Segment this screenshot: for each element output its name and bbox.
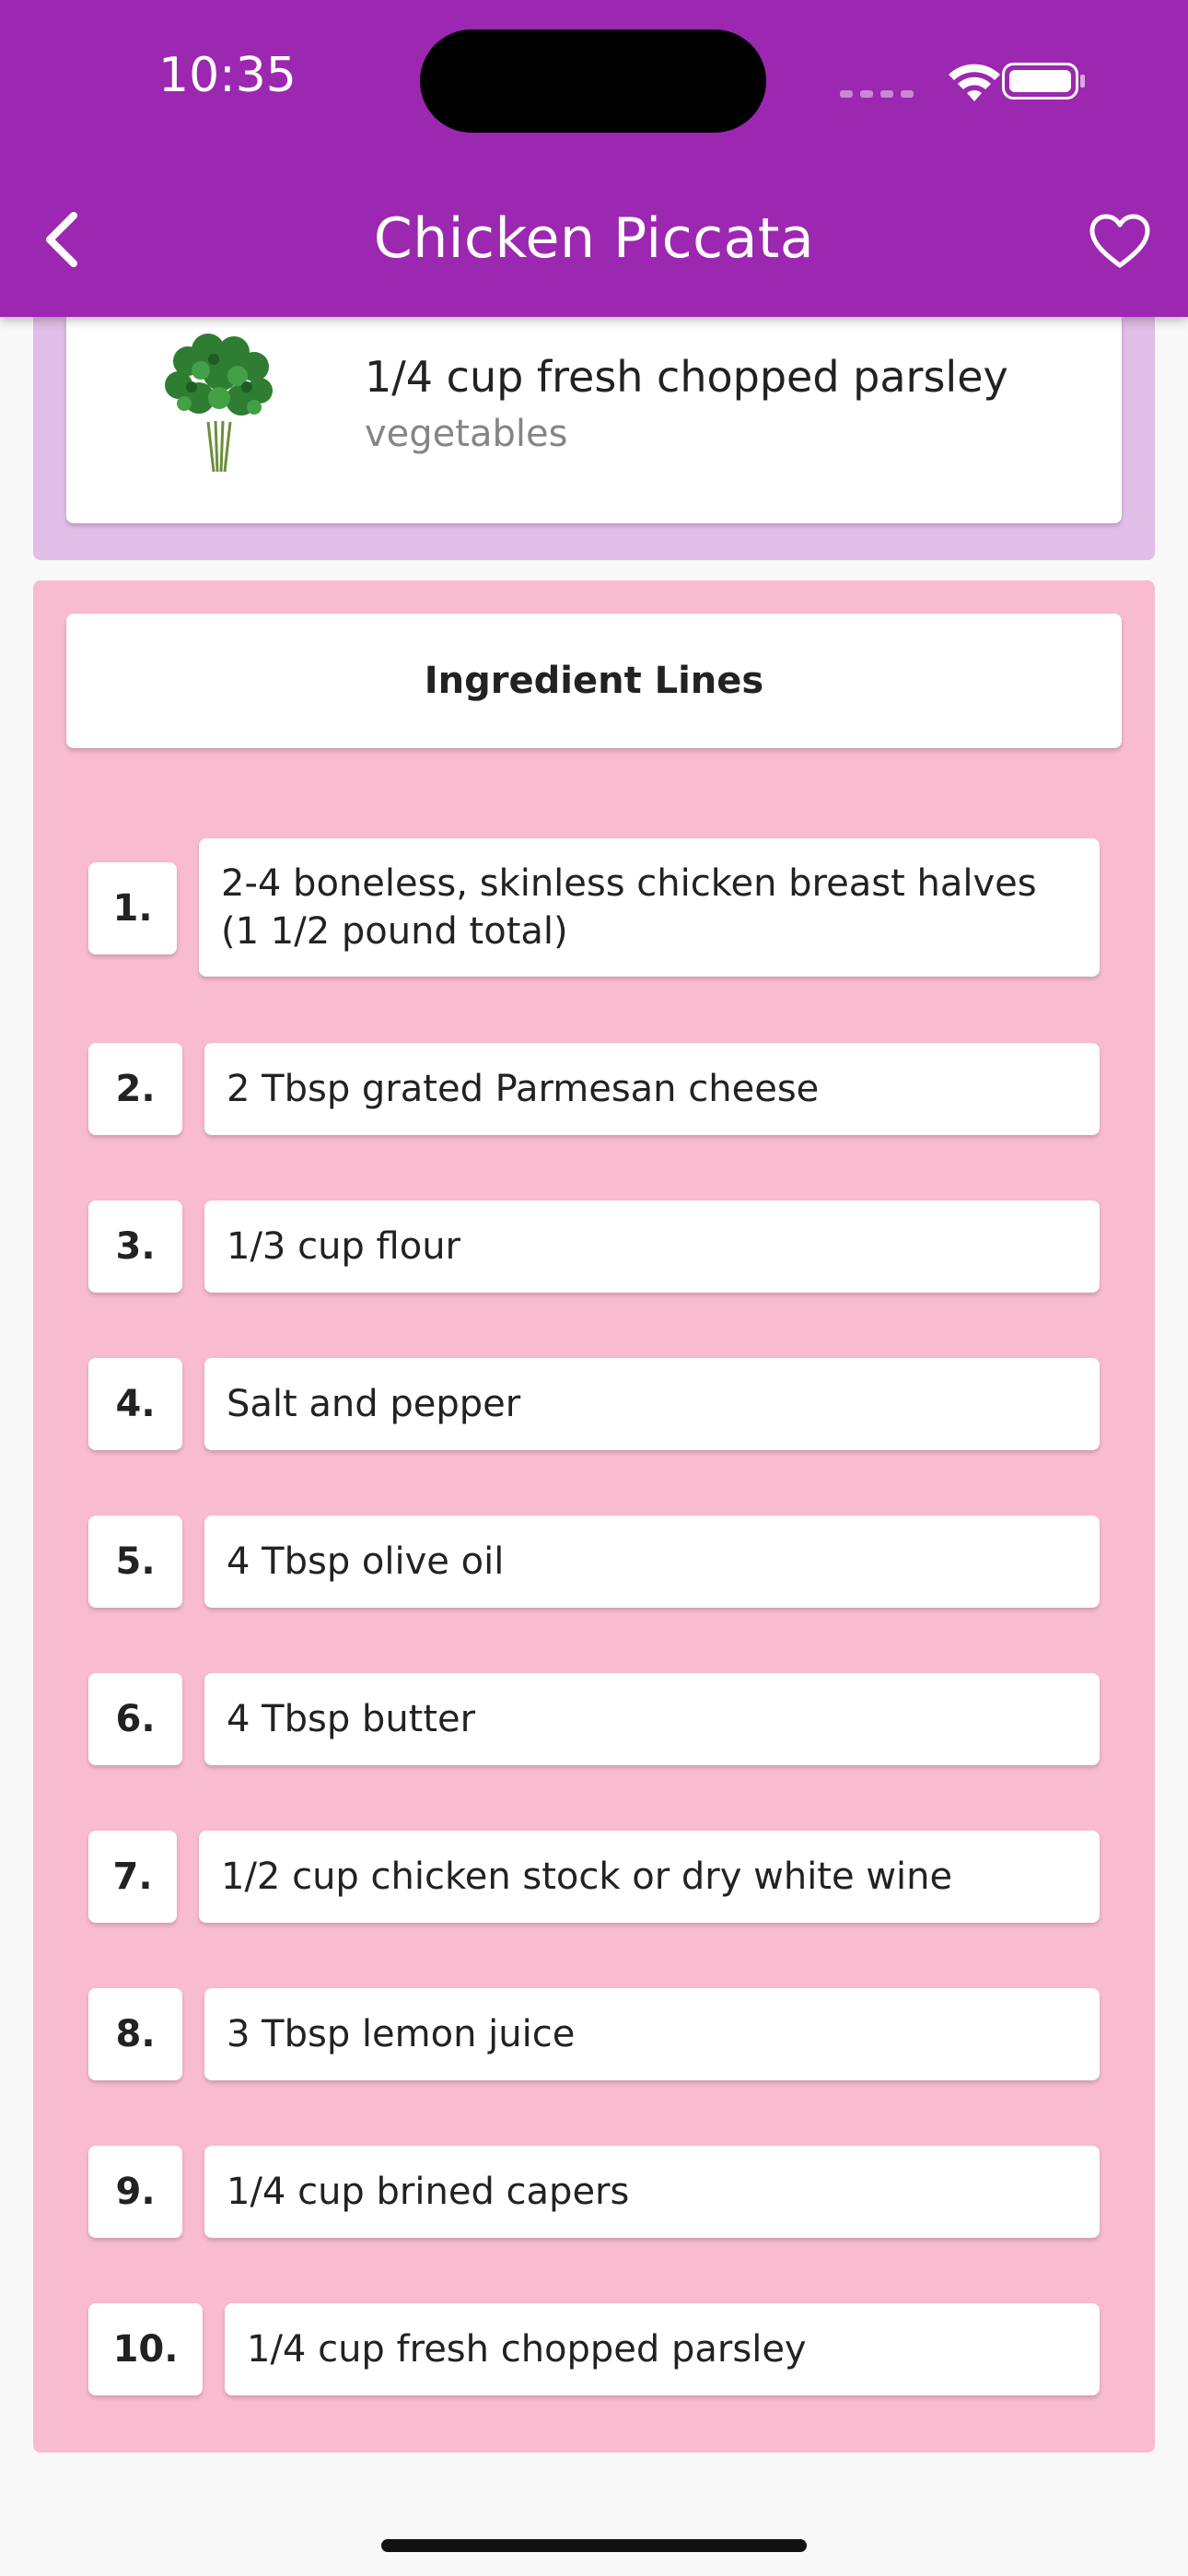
ingredient-lines-section: Ingredient Lines 1. 2-4 boneless, skinle… bbox=[33, 580, 1155, 2453]
status-time: 10:35 bbox=[158, 48, 297, 103]
app-bar: 10:35 Chicken Piccata bbox=[0, 0, 1188, 317]
ingredient-line: 9. 1/4 cup brined capers bbox=[88, 2146, 1100, 2238]
line-text: 4 Tbsp olive oil bbox=[204, 1516, 1100, 1608]
line-text: 2 Tbsp grated Parmesan cheese bbox=[204, 1043, 1100, 1135]
line-text: 4 Tbsp butter bbox=[204, 1673, 1100, 1765]
ingredient-line: 4. Salt and pepper bbox=[88, 1358, 1100, 1450]
line-text: Salt and pepper bbox=[204, 1358, 1100, 1450]
page-title: Chicken Piccata bbox=[373, 206, 815, 271]
line-number: 1. bbox=[88, 862, 177, 954]
line-text: 3 Tbsp lemon juice bbox=[204, 1988, 1100, 2080]
line-text: 1/4 cup brined capers bbox=[204, 2146, 1100, 2238]
line-number: 10. bbox=[88, 2303, 203, 2395]
wifi-icon bbox=[949, 64, 1000, 101]
line-number: 4. bbox=[88, 1358, 182, 1450]
line-text: 1/4 cup fresh chopped parsley bbox=[225, 2303, 1100, 2395]
line-text: 2-4 boneless, skinless chicken breast ha… bbox=[199, 838, 1100, 977]
ingredient-line: 2. 2 Tbsp grated Parmesan cheese bbox=[88, 1043, 1100, 1135]
ingredient-lines-heading: Ingredient Lines bbox=[66, 614, 1122, 748]
signal-icon bbox=[840, 90, 914, 98]
line-number: 9. bbox=[88, 2146, 182, 2238]
home-indicator[interactable] bbox=[381, 2539, 807, 2552]
line-number: 8. bbox=[88, 1988, 182, 2080]
battery-icon bbox=[1002, 63, 1085, 100]
ingredients-section: 1/4 cup fresh chopped parsley vegetables bbox=[33, 317, 1155, 560]
ingredient-category: vegetables bbox=[365, 413, 568, 455]
favorite-button[interactable] bbox=[1083, 205, 1157, 278]
ingredient-name: 1/4 cup fresh chopped parsley bbox=[365, 352, 1008, 402]
line-number: 7. bbox=[88, 1831, 177, 1923]
ingredient-card[interactable]: 1/4 cup fresh chopped parsley vegetables bbox=[66, 317, 1122, 523]
line-number: 5. bbox=[88, 1516, 182, 1608]
line-number: 6. bbox=[88, 1673, 182, 1765]
parsley-image bbox=[165, 334, 273, 472]
ingredient-line: 5. 4 Tbsp olive oil bbox=[88, 1516, 1100, 1608]
ingredient-line: 1. 2-4 boneless, skinless chicken breast… bbox=[88, 838, 1100, 977]
ingredient-line: 8. 3 Tbsp lemon juice bbox=[88, 1988, 1100, 2080]
line-text: 1/3 cup flour bbox=[204, 1200, 1100, 1293]
ingredient-line: 3. 1/3 cup flour bbox=[88, 1200, 1100, 1293]
ingredient-line: 7. 1/2 cup chicken stock or dry white wi… bbox=[88, 1831, 1100, 1923]
heart-outline-icon bbox=[1089, 214, 1150, 268]
dynamic-island bbox=[420, 29, 766, 133]
status-icons bbox=[840, 63, 1085, 101]
ingredient-line: 10. 1/4 cup fresh chopped parsley bbox=[88, 2303, 1100, 2395]
line-number: 2. bbox=[88, 1043, 182, 1135]
ingredient-line: 6. 4 Tbsp butter bbox=[88, 1673, 1100, 1765]
line-number: 3. bbox=[88, 1200, 182, 1293]
line-text: 1/2 cup chicken stock or dry white wine bbox=[199, 1831, 1100, 1923]
